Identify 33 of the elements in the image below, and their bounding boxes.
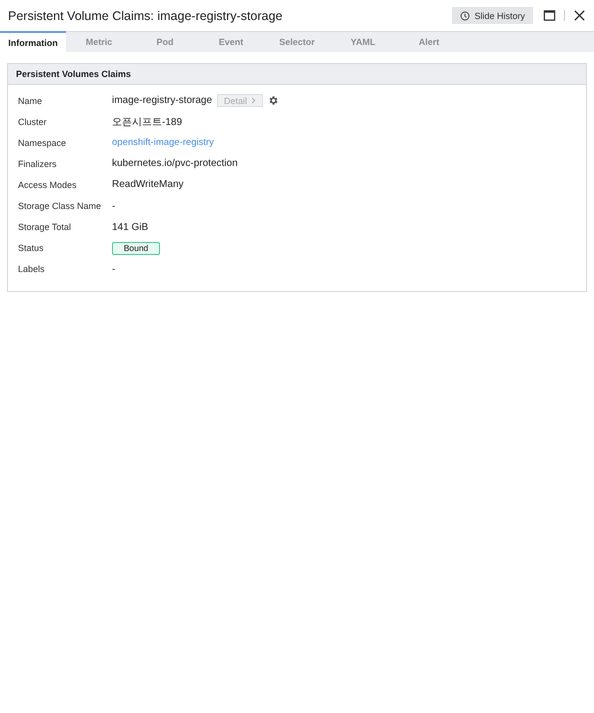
field-value: ReadWriteMany (112, 179, 184, 190)
window-title: Persistent Volume Claims: image-registry-storage (8, 8, 282, 22)
field-value: image-registry-storage (112, 95, 212, 106)
status-badge: Bound (112, 242, 160, 255)
chevron-right-icon (251, 97, 256, 104)
field-value: 141 GiB (112, 222, 148, 233)
maximize-icon[interactable] (543, 9, 556, 22)
panel-title: Persistent Volumes Claims (8, 64, 586, 85)
field-label: Name (18, 96, 44, 106)
field-value: - (112, 200, 116, 212)
field-label: Finalizers (18, 158, 58, 169)
namespace-link[interactable]: openshift-image-registry (112, 137, 214, 148)
field-label: Namespace (18, 138, 68, 148)
tab[interactable]: Selector (264, 32, 330, 52)
field-value: 오픈시프트-189 (112, 116, 182, 129)
slide-history-button[interactable]: Slide History (452, 7, 533, 24)
settings-icon[interactable] (268, 95, 280, 106)
tab[interactable]: Event (198, 32, 264, 52)
field-label: Storage Class Name (18, 201, 102, 212)
field-label: Storage Total (18, 222, 72, 232)
tab[interactable]: YAML (330, 32, 396, 52)
field-value: - (112, 264, 116, 275)
close-icon[interactable] (573, 9, 586, 22)
tab[interactable]: Information (0, 31, 66, 52)
field-label: Labels (18, 264, 46, 274)
tab[interactable]: Metric (66, 32, 132, 52)
clock-icon (460, 10, 470, 20)
field-value: kubernetes.io/pvc-protection (112, 158, 238, 170)
field-label: Cluster (18, 116, 48, 127)
field-label: Status (18, 243, 45, 254)
field-label: Access Modes (18, 180, 78, 190)
tab[interactable]: Alert (396, 32, 462, 52)
tab[interactable]: Pod (132, 32, 198, 52)
